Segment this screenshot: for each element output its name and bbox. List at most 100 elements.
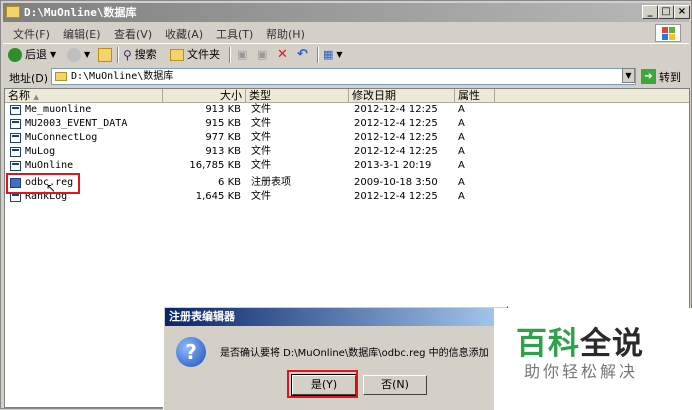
menu-edit[interactable]: 编辑(E)	[63, 26, 101, 42]
mouse-cursor-icon: ↖	[46, 181, 57, 195]
file-date: 2012-12-4 12:25	[354, 118, 438, 129]
address-label: 地址(D)	[9, 72, 49, 85]
file-size: 1,645 KB	[195, 191, 241, 202]
dialog-message: 是否确认要将 D:\MuOnline\数据库\odbc.reg 中的信息添加	[220, 348, 489, 359]
undo-icon: ↶	[297, 47, 308, 62]
file-type: 注册表项	[251, 177, 291, 188]
column-type[interactable]: 类型	[246, 89, 349, 102]
file-icon	[10, 161, 21, 171]
file-type: 文件	[251, 191, 271, 202]
move-to-button[interactable]: ▣	[237, 46, 247, 64]
sort-ascending-icon: ▲	[33, 93, 39, 101]
up-folder-icon	[98, 48, 112, 62]
table-row[interactable]: MU2003_EVENT_DATA 915 KB 文件 2012-12-4 12…	[5, 117, 605, 131]
file-date: 2012-12-4 12:25	[354, 132, 438, 143]
address-bar: 地址(D) D:\MuOnline\数据库 ▼ ➔ 转到	[3, 67, 689, 87]
watermark-logo: 百科全说	[516, 318, 644, 363]
file-size: 16,785 KB	[189, 160, 241, 171]
go-arrow-icon: ➔	[641, 69, 656, 84]
folder-icon	[55, 72, 67, 81]
minimize-button[interactable]: _	[642, 5, 658, 19]
file-date: 2009-10-18 3:50	[354, 177, 438, 188]
menu-bar: 文件(F) 编辑(E) 查看(V) 收藏(A) 工具(T) 帮助(H)	[3, 23, 689, 44]
file-date: 2012-12-4 12:25	[354, 146, 438, 157]
maximize-button[interactable]: □	[658, 5, 674, 19]
chevron-down-icon: ▼	[84, 50, 91, 59]
table-row[interactable]: RankLog 1,645 KB 文件 2012-12-4 12:25 A	[5, 190, 605, 204]
file-attributes: A	[458, 191, 465, 202]
file-type: 文件	[251, 160, 271, 171]
highlight-box-yes	[287, 370, 358, 398]
file-name: MuConnectLog	[25, 132, 98, 143]
file-date: 2012-12-4 12:25	[354, 191, 438, 202]
file-size: 913 KB	[205, 104, 241, 115]
chevron-down-icon: ▼	[50, 50, 57, 59]
menu-help[interactable]: 帮助(H)	[266, 26, 305, 42]
file-name: MuLog	[25, 146, 56, 157]
file-name: Me_muonline	[25, 104, 92, 115]
move-to-icon: ▣	[237, 48, 248, 61]
table-row[interactable]: MuConnectLog 977 KB 文件 2012-12-4 12:25 A	[5, 131, 605, 145]
address-input[interactable]: D:\MuOnline\数据库	[51, 68, 636, 85]
back-arrow-icon	[8, 48, 22, 62]
forward-arrow-icon	[67, 48, 81, 62]
file-icon	[10, 105, 21, 115]
folder-icon	[6, 6, 20, 18]
chevron-down-icon: ▼	[336, 50, 343, 59]
column-name[interactable]: 名称 ▲	[5, 89, 163, 102]
window-title: D:\MuOnline\数据库	[24, 6, 137, 19]
file-icon	[10, 119, 21, 129]
search-label: 搜索	[134, 48, 157, 61]
watermark-text-green: 百科	[516, 326, 580, 362]
go-label: 转到	[659, 70, 681, 84]
back-button[interactable]: 后退 ▼	[8, 46, 56, 64]
views-button[interactable]: ▦ ▼	[323, 46, 343, 64]
undo-button[interactable]: ↶	[297, 46, 308, 64]
views-icon: ▦	[323, 48, 334, 61]
table-row[interactable]: MuOnline 16,785 KB 文件 2013-3-1 20:19 A	[5, 159, 605, 173]
file-type: 文件	[251, 132, 271, 143]
search-button[interactable]: ⚲ 搜索	[123, 46, 157, 64]
file-attributes: A	[458, 160, 465, 171]
table-row[interactable]: Me_muonline 913 KB 文件 2012-12-4 12:25 A	[5, 103, 605, 117]
up-folder-button[interactable]	[98, 46, 112, 64]
copy-to-button[interactable]: ▣	[257, 46, 267, 64]
file-size: 6 KB	[218, 177, 241, 188]
watermark: 百科全说 助你轻松解决	[494, 308, 692, 410]
file-type: 文件	[251, 118, 271, 129]
column-attributes[interactable]: 属性	[455, 89, 495, 102]
forward-button[interactable]: ▼	[67, 46, 90, 64]
dialog-title: 注册表编辑器	[165, 308, 507, 326]
watermark-text-dark: 全说	[580, 326, 644, 362]
address-dropdown-button[interactable]: ▼	[622, 68, 635, 83]
column-date[interactable]: 修改日期	[349, 89, 455, 102]
file-name: MuOnline	[25, 160, 74, 171]
search-icon: ⚲	[123, 48, 132, 62]
menu-tools[interactable]: 工具(T)	[216, 26, 253, 42]
file-date: 2012-12-4 12:25	[354, 104, 438, 115]
file-name: MU2003_EVENT_DATA	[25, 118, 128, 129]
menu-file[interactable]: 文件(F)	[13, 26, 50, 42]
delete-button[interactable]: ✕	[277, 46, 288, 64]
file-date: 2013-3-1 20:19	[354, 160, 432, 171]
table-row-selected[interactable]: odbc.reg 6 KB 注册表项 2009-10-18 3:50 A	[5, 176, 605, 190]
toolbar: 后退 ▼ ▼ ⚲ 搜索 文件夹 ▣ ▣ ✕ ↶ ▦ ▼	[3, 44, 689, 66]
column-size[interactable]: 大小	[163, 89, 246, 102]
folders-button[interactable]: 文件夹	[170, 46, 220, 64]
copy-to-icon: ▣	[257, 48, 268, 61]
file-attributes: A	[458, 132, 465, 143]
close-button[interactable]: ×	[674, 5, 690, 19]
go-button[interactable]: ➔ 转到	[641, 67, 681, 86]
menu-view[interactable]: 查看(V)	[114, 26, 152, 42]
address-value: D:\MuOnline\数据库	[71, 71, 174, 82]
menu-favorites[interactable]: 收藏(A)	[165, 26, 203, 42]
question-icon: ?	[176, 337, 206, 367]
file-icon	[10, 133, 21, 143]
back-label: 后退	[25, 48, 47, 61]
no-button[interactable]: 否(N)	[363, 375, 427, 395]
table-row[interactable]: MuLog 913 KB 文件 2012-12-4 12:25 A	[5, 145, 605, 159]
column-header: 名称 ▲ 大小 类型 修改日期 属性	[5, 89, 689, 103]
title-bar[interactable]: D:\MuOnline\数据库 _ □ ×	[3, 3, 690, 22]
file-attributes: A	[458, 104, 465, 115]
folders-label: 文件夹	[187, 48, 220, 61]
